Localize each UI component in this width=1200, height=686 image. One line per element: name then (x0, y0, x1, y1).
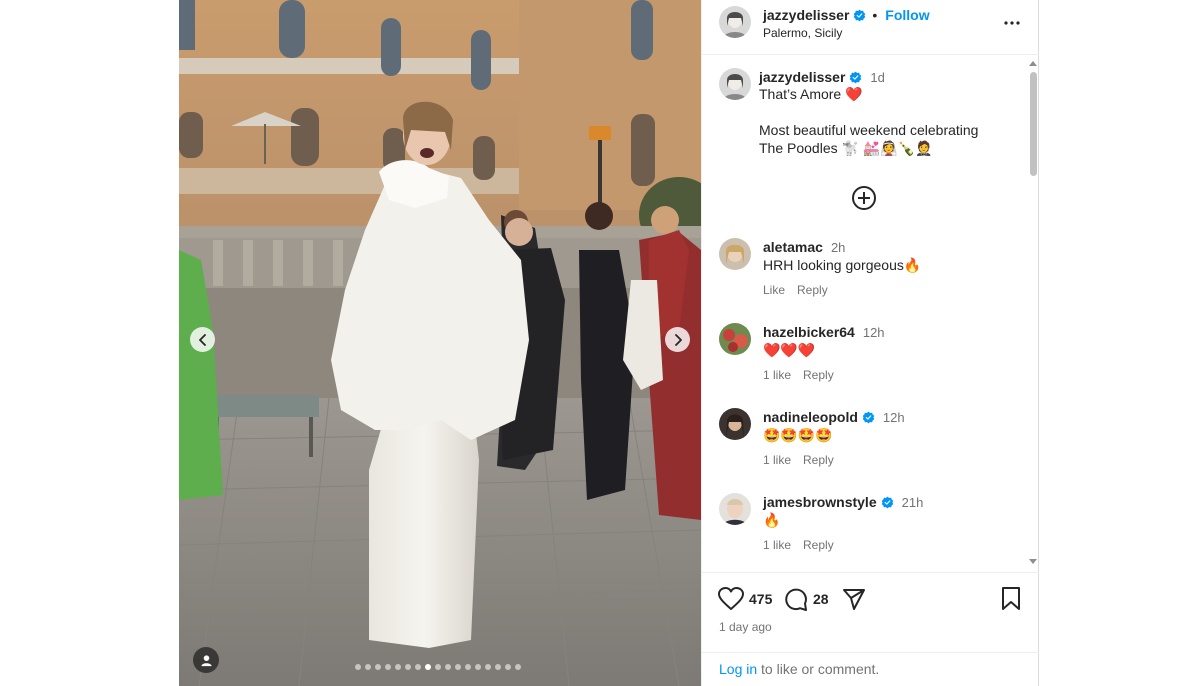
comment-item: aletamac 2h HRH looking gorgeous🔥 Like Rep… (702, 238, 1027, 318)
avatar[interactable] (719, 408, 751, 440)
post-media-carousel[interactable] (179, 0, 701, 686)
comment-text: 🔥 (763, 512, 781, 528)
more-dots-icon (1004, 21, 1020, 25)
plus-circle-icon[interactable] (851, 185, 877, 211)
carousel-dot (505, 664, 511, 670)
post-location[interactable]: Palermo, Sicily (763, 26, 842, 40)
comment-icon[interactable] (784, 587, 808, 611)
comment-time[interactable]: 12h (883, 410, 905, 425)
carousel-dot (465, 664, 471, 670)
comment-username[interactable]: jamesbrownstyle (763, 494, 877, 510)
post-author-username[interactable]: jazzydelisser (763, 7, 849, 23)
comments-count[interactable]: 28 (813, 591, 829, 607)
comment-likes-count[interactable]: 1 like (763, 538, 791, 552)
login-prompt-text: to like or comment. (757, 661, 880, 677)
verified-badge-icon (881, 496, 893, 508)
post-timestamp[interactable]: 1 day ago (719, 620, 772, 634)
scroll-up-arrow[interactable] (1029, 61, 1037, 66)
avatar[interactable] (719, 6, 751, 38)
carousel-prev-button[interactable] (190, 327, 215, 352)
carousel-dot (395, 664, 401, 670)
follow-button[interactable]: Follow (885, 7, 929, 23)
bookmark-icon[interactable] (1001, 587, 1021, 611)
carousel-dot (415, 664, 421, 670)
likes-count[interactable]: 475 (749, 591, 772, 607)
avatar[interactable] (719, 323, 751, 355)
carousel-dot (355, 664, 361, 670)
comment-time[interactable]: 2h (831, 240, 845, 255)
reply-button[interactable]: Reply (803, 368, 834, 382)
heart-icon[interactable] (718, 587, 744, 611)
caption-username[interactable]: jazzydelisser (759, 69, 845, 85)
instagram-post-page: jazzydelisser • Follow Palermo, Sicily j… (0, 0, 1200, 686)
carousel-dot-active (425, 664, 431, 670)
verified-badge-icon (850, 71, 862, 83)
share-icon[interactable] (842, 587, 866, 611)
verified-badge-icon (862, 411, 875, 423)
post-photo (179, 0, 701, 686)
caption-line: Most beautiful weekend celebrating (759, 122, 979, 138)
avatar[interactable] (719, 493, 751, 525)
reply-button[interactable]: Reply (797, 283, 828, 297)
separator-dot: • (872, 7, 878, 23)
caption-line: The Poodles 🐩 💒👰🍾🤵 (759, 140, 933, 156)
carousel-dot (375, 664, 381, 670)
comment-likes-count[interactable]: 1 like (763, 368, 791, 382)
comments-scrollbar[interactable] (1027, 56, 1039, 571)
carousel-dot (495, 664, 501, 670)
comment-text: ❤️❤️❤️ (763, 342, 816, 358)
carousel-dot (385, 664, 391, 670)
carousel-dot (435, 664, 441, 670)
chevron-left-icon (198, 333, 206, 346)
comment-item: jamesbrownstyle 21h 🔥 1 like Reply (702, 493, 1027, 571)
caption-line: That’s Amore ❤️ (759, 86, 863, 102)
caption-header: jazzydelisser 1d (759, 69, 885, 85)
carousel-dot (405, 664, 411, 670)
comment-likes-count[interactable]: 1 like (763, 453, 791, 467)
avatar[interactable] (719, 68, 751, 100)
post-side-panel: jazzydelisser • Follow Palermo, Sicily j… (701, 0, 1039, 686)
carousel-dot (475, 664, 481, 670)
carousel-indicator (355, 664, 521, 670)
carousel-dot (485, 664, 491, 670)
comment-text: HRH looking gorgeous🔥 (763, 257, 922, 273)
comment-username[interactable]: aletamac (763, 239, 823, 255)
carousel-dot (515, 664, 521, 670)
chevron-right-icon (674, 333, 682, 346)
login-link[interactable]: Log in (719, 661, 757, 677)
tagged-users-button[interactable] (193, 647, 219, 673)
user-tag-icon (200, 654, 212, 666)
carousel-next-button[interactable] (665, 327, 690, 352)
like-comment-button[interactable]: Like (763, 283, 785, 297)
reply-button[interactable]: Reply (803, 453, 834, 467)
carousel-dot (445, 664, 451, 670)
more-options-button[interactable] (1001, 13, 1023, 33)
carousel-dot (455, 664, 461, 670)
comments-list[interactable]: jazzydelisser 1d That’s Amore ❤️ Most be… (702, 56, 1027, 571)
post-actions-bar: 475 28 1 day ago Log in to like or comme… (702, 572, 1039, 686)
avatar[interactable] (719, 238, 751, 270)
comment-item: nadineleopold 12h 🤩🤩🤩🤩 1 like Reply (702, 408, 1027, 488)
login-prompt: Log in to like or comment. (702, 652, 1039, 677)
scroll-down-arrow[interactable] (1029, 559, 1037, 564)
reply-button[interactable]: Reply (803, 538, 834, 552)
caption-time[interactable]: 1d (870, 70, 884, 85)
scrollbar-thumb[interactable] (1030, 72, 1037, 176)
post-header: jazzydelisser • Follow Palermo, Sicily (702, 0, 1039, 55)
carousel-dot (365, 664, 371, 670)
comment-text: 🤩🤩🤩🤩 (763, 427, 833, 443)
comment-time[interactable]: 12h (863, 325, 885, 340)
comment-item: hazelbicker64 12h ❤️❤️❤️ 1 like Reply (702, 323, 1027, 403)
comment-time[interactable]: 21h (902, 495, 924, 510)
comment-username[interactable]: nadineleopold (763, 409, 858, 425)
verified-badge-icon (854, 9, 866, 21)
comment-username[interactable]: hazelbicker64 (763, 324, 855, 340)
